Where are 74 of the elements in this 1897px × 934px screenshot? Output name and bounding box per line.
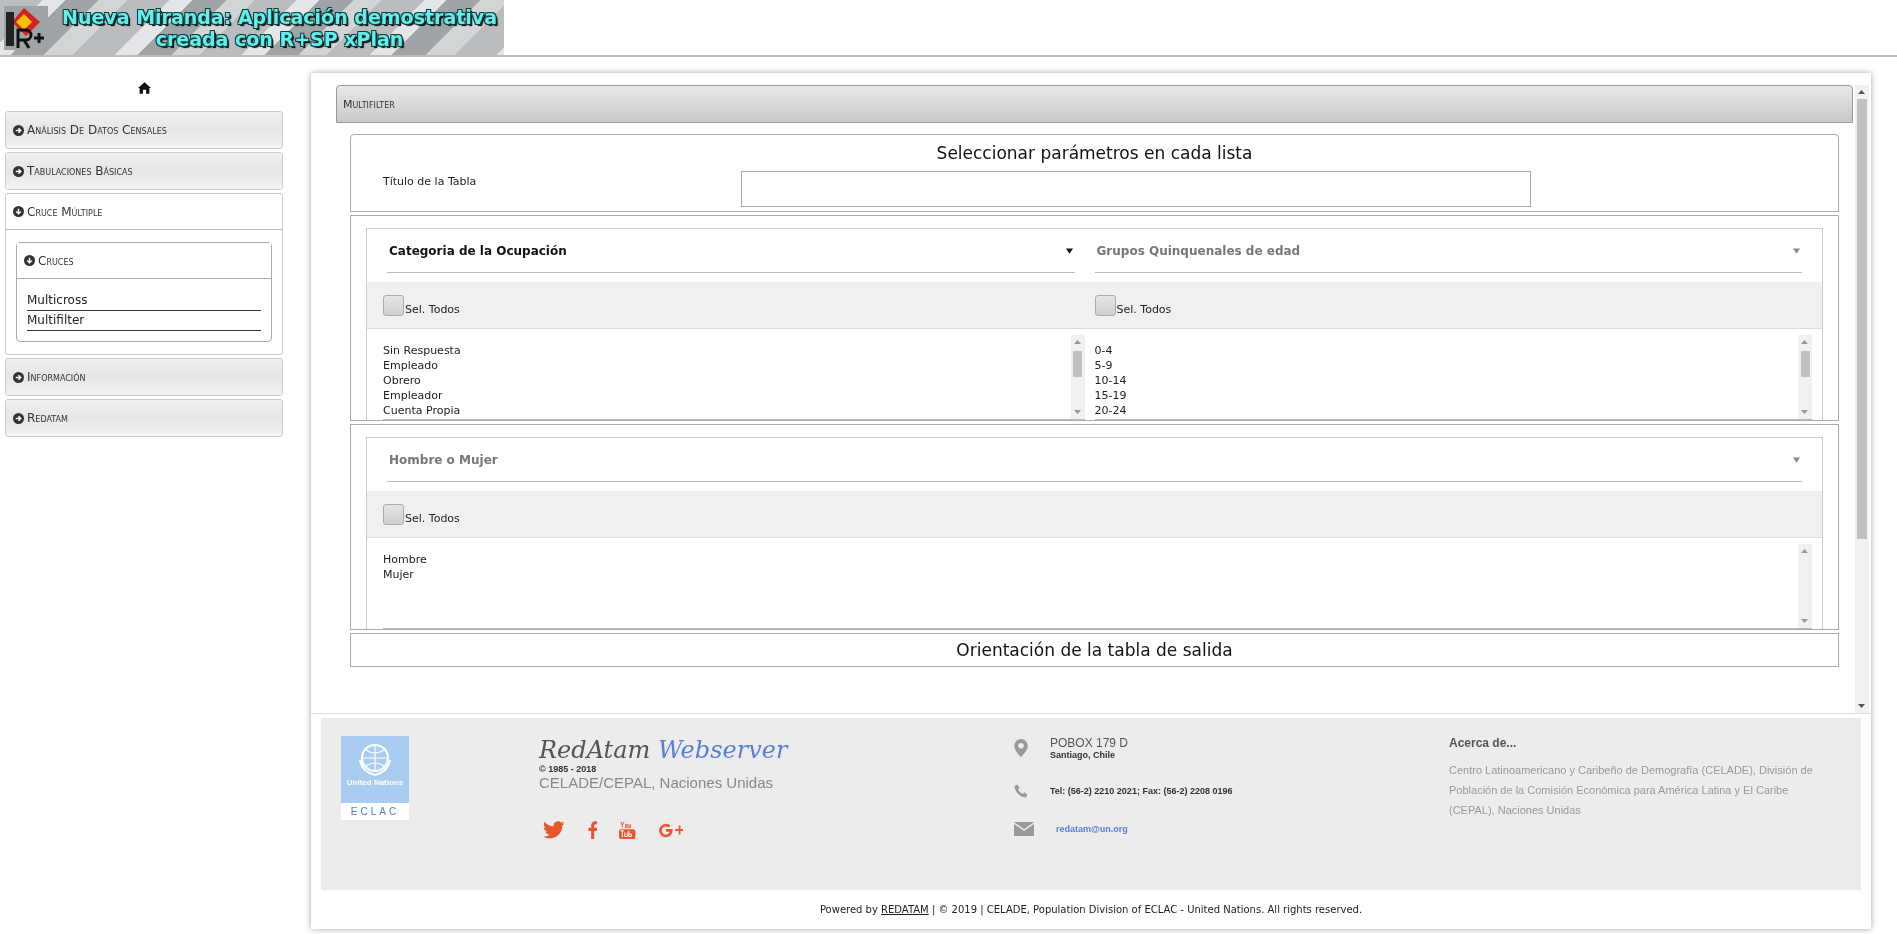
menu-link[interactable]: Multicross: [27, 291, 261, 311]
section-heading: Seleccionar parámetros en cada lista: [935, 143, 1254, 163]
arrow-down-circle-icon: [24, 255, 35, 266]
arrow-right-circle-icon: [13, 371, 24, 383]
about-text: Centro Latinoamericano y Caribeño de Demografía (CELADE), División de Población de la Comisión Económica para América Latina y El Caribe (CEPAL), Naciones Unidas: [1449, 763, 1814, 818]
list-option[interactable]: Empleador: [383, 388, 1071, 403]
copyright-years: © 1985 - 2018: [539, 764, 598, 774]
phone-text: Tel: (56-2) 2210 2021; Fax: (56-2) 2208 0196: [1050, 786, 1233, 796]
field-label: Título de la Tabla: [383, 174, 478, 188]
section-heading: Orientación de la tabla de salida: [955, 640, 1234, 660]
list-option[interactable]: 20-24: [1094, 403, 1798, 418]
option-list[interactable]: 0-4 5-9 10-14 15-19 20-24: [1094, 335, 1812, 420]
list-option[interactable]: 5-9: [1094, 358, 1798, 373]
list-option[interactable]: Empleado: [383, 358, 1071, 373]
scroll-down-arrow-icon[interactable]: [1858, 703, 1866, 709]
sidebar-item[interactable]: Cruce Múltiple: [6, 194, 282, 230]
city-text: Santiago, Chile: [1050, 750, 1116, 760]
list-option[interactable]: Cuenta Propia: [383, 403, 1071, 418]
list-option[interactable]: Mujer: [383, 567, 1798, 582]
scroll-up-arrow-icon[interactable]: [1858, 89, 1866, 95]
brand-title: RedAtam Webserver: [539, 736, 790, 764]
caret-icon: [1793, 247, 1800, 254]
menu-link[interactable]: Multifilter: [27, 311, 261, 331]
list-option[interactable]: Sin Respuesta: [383, 343, 1071, 358]
bird-icon[interactable]: [543, 821, 565, 839]
address-text: POBOX 179 D: [1050, 736, 1129, 750]
checkbox[interactable]: [383, 294, 404, 316]
panel-title: Multifilter: [343, 97, 395, 111]
checkbox-label: Sel. Todos: [405, 302, 460, 316]
list-option[interactable]: Obrero: [383, 373, 1071, 388]
caret-icon: [1065, 247, 1073, 254]
table-title-field[interactable]: [741, 171, 1531, 207]
video-logo-icon[interactable]: [619, 821, 636, 839]
option-list[interactable]: Hombre Mujer: [383, 544, 1812, 629]
logo-text: United Nations: [346, 778, 404, 787]
list-option[interactable]: 10-14: [1094, 373, 1798, 388]
checkbox[interactable]: [1094, 294, 1116, 316]
scroll-thumb[interactable]: [1800, 351, 1810, 377]
app-title: Nueva Miranda: Aplicación demostrativa: [62, 5, 497, 28]
arrow-right-circle-icon: [13, 412, 24, 424]
scrollbar[interactable]: [1070, 335, 1085, 419]
scroll-thumb[interactable]: [1857, 99, 1867, 539]
about-title: Acerca de...: [1449, 736, 1518, 750]
checkbox[interactable]: [383, 503, 404, 525]
copyright-text: Powered by REDATAM | © 2019 | CELADE, Population Division of ECLAC - United Nations. All rights reserved.: [818, 904, 1364, 915]
scrollbar[interactable]: [1855, 85, 1869, 713]
home-icon[interactable]: [137, 82, 151, 94]
list-option[interactable]: 0-4: [1094, 343, 1798, 358]
submenu-header[interactable]: Cruces: [17, 243, 271, 279]
logo-text: ECLAC: [341, 803, 409, 820]
sidebar-item[interactable]: Tabulaciones Básicas: [6, 153, 282, 189]
arrow-right-circle-icon: [13, 165, 24, 177]
map-pin-icon: [1014, 739, 1028, 757]
redatam-link[interactable]: REDATAM: [881, 904, 929, 915]
app-title: creada con R+SP xPlan: [155, 27, 404, 50]
checkbox-label: Sel. Todos: [405, 511, 460, 525]
checkbox-label: Sel. Todos: [1116, 302, 1172, 316]
envelope-icon: [1014, 822, 1034, 836]
sidebar-item[interactable]: Redatam: [6, 400, 282, 436]
letter-f-icon[interactable]: [586, 821, 598, 839]
scrollbar[interactable]: [1798, 335, 1812, 419]
option-list[interactable]: Sin Respuesta Empleado Obrero Empleador Cuenta Propia: [383, 335, 1085, 420]
caret-icon: [1793, 456, 1800, 463]
google-plus-icon[interactable]: [657, 821, 683, 839]
scroll-thumb[interactable]: [1073, 351, 1082, 377]
logo-icon: [4, 5, 48, 50]
phone-icon: [1014, 782, 1028, 800]
sidebar-item[interactable]: Análisis De Datos Censales: [6, 112, 282, 148]
list-option[interactable]: Hombre: [383, 552, 1798, 567]
organization-name: CELADE/CEPAL, Naciones Unidas: [539, 774, 774, 791]
arrow-right-circle-icon: [13, 124, 24, 136]
arrow-down-circle-icon: [13, 206, 24, 217]
sidebar-item[interactable]: Información: [6, 359, 282, 395]
list-option[interactable]: 15-19: [1094, 388, 1798, 403]
